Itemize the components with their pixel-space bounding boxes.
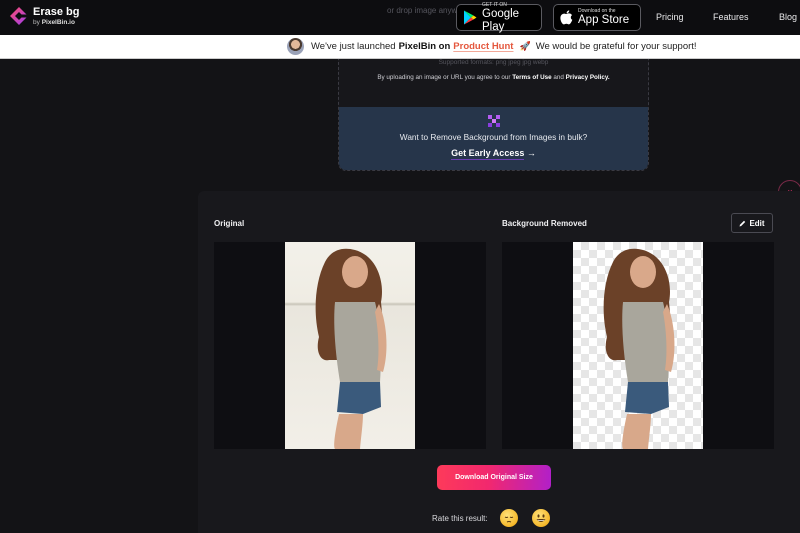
product-hunt-link[interactable]: Product Hunt [453, 41, 513, 52]
arrow-right-icon: → [526, 148, 536, 158]
google-play-icon [464, 10, 477, 25]
terms-of-use-link[interactable]: Terms of Use [512, 74, 551, 81]
banner-suffix: We would be grateful for your support! [535, 41, 697, 52]
original-image [285, 242, 415, 449]
original-image-frame [214, 242, 486, 449]
apple-icon [560, 10, 573, 25]
avatar [287, 38, 304, 55]
brand-name: Erase bg [33, 6, 80, 18]
nav-features[interactable]: Features [713, 12, 749, 22]
person-figure [315, 248, 387, 449]
pencil-icon [739, 220, 746, 226]
brand-parent: PixelBin.io [41, 19, 75, 26]
rocket-icon: 🚀 [519, 41, 531, 51]
background-removed-label: Background Removed [502, 219, 587, 228]
terms-prefix: By uploading an image or URL you agree t… [377, 74, 511, 81]
original-label: Original [214, 219, 245, 228]
erase-bg-logo-icon [10, 7, 28, 25]
download-original-size-button[interactable]: Download Original Size [437, 465, 551, 490]
top-nav: Erase bg by PixelBin.io or drop image an… [0, 0, 800, 35]
google-play-big-text: Google Play [482, 7, 520, 33]
removed-image-frame [502, 242, 774, 449]
person-figure-cutout [603, 248, 675, 449]
app-store-big-text: App Store [578, 14, 630, 26]
happy-face-icon[interactable] [531, 509, 550, 527]
bulk-question: Want to Remove Background from Images in… [399, 132, 588, 142]
result-panel: Original Background Removed Edit Downloa… [198, 191, 800, 533]
announcement-banner: We've just launched PixelBin on Product … [0, 35, 800, 59]
bulk-grid-icon [488, 115, 500, 127]
banner-prefix: We've just launched [311, 41, 396, 52]
unhappy-face-icon[interactable] [499, 509, 518, 527]
nav-pricing[interactable]: Pricing [656, 12, 684, 22]
brand-logo[interactable]: Erase bg by PixelBin.io [9, 6, 79, 27]
google-play-button[interactable]: GET IT ON Google Play [456, 2, 542, 33]
terms-and: and [553, 74, 564, 81]
get-early-access-label: Get Early Access [451, 148, 525, 160]
rating-row: Rate this result: [432, 509, 550, 527]
nav-blog[interactable]: Blog [779, 12, 797, 22]
rate-label: Rate this result: [432, 513, 488, 523]
page: Erase bg by PixelBin.io or drop image an… [0, 0, 800, 533]
brand-by: by [33, 19, 40, 26]
edit-label: Edit [749, 218, 765, 228]
background-removed-image [573, 242, 703, 449]
terms-text: By uploading an image or URL you agree t… [339, 74, 648, 81]
app-store-button[interactable]: Download on the App Store [553, 4, 641, 31]
edit-button[interactable]: Edit [731, 213, 773, 233]
upload-card: Supported formats: png jpeg jpg webp By … [338, 59, 649, 171]
banner-brand: PixelBin on [398, 41, 451, 52]
privacy-policy-link[interactable]: Privacy Policy. [566, 74, 610, 81]
supported-formats-text: Supported formats: png jpeg jpg webp [438, 59, 549, 66]
bulk-access-panel: Want to Remove Background from Images in… [339, 107, 648, 170]
get-early-access-link[interactable]: Get Early Access → [339, 148, 648, 160]
